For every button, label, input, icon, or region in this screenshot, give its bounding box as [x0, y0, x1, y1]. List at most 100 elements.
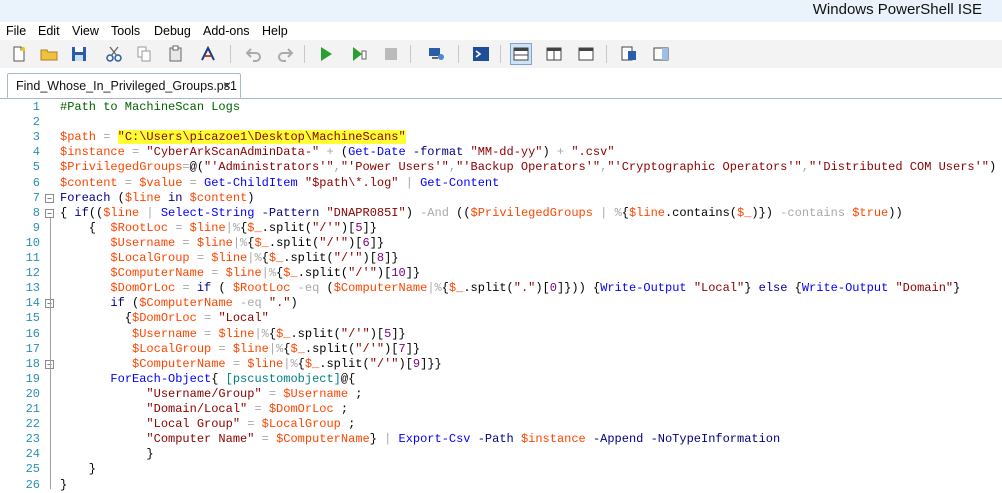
- code-token: Write-Output: [801, 281, 889, 296]
- show-script-pane-icon[interactable]: [618, 43, 640, 65]
- code-line[interactable]: 4 $instance = "CyberArkScanAdminData-" + …: [0, 145, 1002, 160]
- code-token: =: [225, 356, 248, 371]
- script-editor[interactable]: 1 #Path to MachineScan Logs 2 3 $path = "C:\…: [0, 99, 1002, 492]
- code-line[interactable]: 10 $Username = $line|%{$_.split("/'")[6]…: [0, 236, 1002, 251]
- code-line[interactable]: 19 ForEach-Object{ [pscustomobject]@{: [0, 372, 1002, 387]
- redo-icon[interactable]: [274, 43, 296, 65]
- menu-view[interactable]: View: [72, 24, 99, 38]
- code-token: $LocalGroup: [132, 341, 212, 356]
- menu-debug[interactable]: Debug: [154, 24, 191, 38]
- menu-add-ons[interactable]: Add-ons: [203, 24, 250, 38]
- code-line[interactable]: 20 "Username/Group" = $Username ;: [0, 387, 1002, 402]
- undo-icon[interactable]: [243, 43, 265, 65]
- code-token: "/'": [355, 341, 385, 356]
- code-line[interactable]: 6 $content = $value = Get-ChildItem "$pat…: [0, 176, 1002, 191]
- code-text: $ComputerName = $line|%{$_.split("/'")[1…: [60, 266, 420, 281]
- save-icon[interactable]: [68, 43, 90, 65]
- menu-help[interactable]: Help: [262, 24, 288, 38]
- line-number: 8: [32, 205, 40, 220]
- show-script-right-icon[interactable]: [543, 43, 565, 65]
- code-text: Foreach ($line in $content): [60, 191, 254, 206]
- code-token: ]}: [362, 220, 377, 235]
- show-script-maximized-icon[interactable]: [575, 43, 597, 65]
- collapse-icon[interactable]: −: [45, 208, 54, 218]
- code-token: ): [405, 205, 413, 220]
- code-token: {: [441, 281, 449, 296]
- code-line[interactable]: 23 "Computer Name" = $ComputerName} | Ex…: [0, 432, 1002, 447]
- code-line[interactable]: 15 {$DomOrLoc = "Local": [0, 311, 1002, 326]
- stop-icon[interactable]: [380, 43, 402, 65]
- show-commands-icon[interactable]: [650, 43, 672, 65]
- code-token: "C:\Users\picazoe1\Desktop\MachineScans": [117, 130, 406, 145]
- code-token: "'Cryptographic Operators'": [607, 160, 802, 175]
- toolbar-separator: [230, 45, 231, 63]
- code-line[interactable]: 18− $ComputerName = $line|%{$_.split("/'…: [0, 357, 1002, 372]
- code-line[interactable]: 5 $PrivilegedGroups=@("'Administrators'",…: [0, 160, 1002, 175]
- code-line[interactable]: 21 "Domain/Local" = $DomOrLoc ;: [0, 402, 1002, 417]
- code-line[interactable]: 3 $path = "C:\Users\picazoe1\Desktop\Mach…: [0, 130, 1002, 145]
- menu-edit[interactable]: Edit: [38, 24, 60, 38]
- collapse-icon[interactable]: −: [45, 193, 54, 203]
- code-token: {: [787, 281, 802, 296]
- code-line[interactable]: 13 $DomOrLoc = if ( $RootLoc -eq ($Compu…: [0, 281, 1002, 296]
- toolbar-separator: [304, 45, 305, 63]
- paste-icon[interactable]: [165, 43, 187, 65]
- code-token: $_: [254, 235, 269, 250]
- code-token: $line: [211, 251, 248, 265]
- code-token: "Local Group": [146, 417, 241, 432]
- menu-file[interactable]: File: [6, 24, 26, 38]
- cut-icon[interactable]: [103, 43, 125, 65]
- code-token: $LocalGroup: [110, 251, 190, 265]
- code-line[interactable]: 2: [0, 115, 1002, 130]
- code-text: "Username/Group" = $Username ;: [60, 387, 362, 402]
- code-token: $line: [232, 341, 269, 356]
- code-line[interactable]: 26}: [0, 478, 1002, 493]
- menu-tools[interactable]: Tools: [111, 24, 140, 38]
- code-line[interactable]: 14− if ($ComputerName -eq "."): [0, 296, 1002, 311]
- code-token: "/'": [312, 220, 341, 235]
- code-token: $line: [189, 220, 226, 235]
- code-line[interactable]: 9 { $RootLoc = $line|%{$_.split("/'")[5]…: [0, 221, 1002, 236]
- new-script-icon[interactable]: [8, 43, 30, 65]
- code-line[interactable]: 25 }: [0, 462, 1002, 477]
- code-line[interactable]: 22 "Local Group" = $LocalGroup ;: [0, 417, 1002, 432]
- line-number: 22: [25, 417, 40, 432]
- code-text: $content = $value = Get-ChildItem "$path…: [60, 176, 499, 191]
- code-text: { $RootLoc = $line|%{$_.split("/'")[5]}: [60, 221, 377, 236]
- toolbar-separator: [606, 45, 607, 63]
- code-token: $DomOrLoc: [110, 281, 176, 296]
- start-powershell-icon[interactable]: [470, 43, 492, 65]
- code-token: "Local": [693, 281, 745, 296]
- close-icon[interactable]: ×: [223, 77, 231, 93]
- code-line[interactable]: 17 $LocalGroup = $line|%{$_.split("/'")[…: [0, 342, 1002, 357]
- code-line[interactable]: 24 }: [0, 447, 1002, 462]
- line-number: 1: [32, 100, 40, 114]
- code-line[interactable]: 8−{ if(($line | Select-String -Pattern "…: [0, 206, 1002, 221]
- code-token: Write-Output: [600, 281, 687, 296]
- code-line[interactable]: 11 $LocalGroup = $line|%{$_.split("/'")[…: [0, 251, 1002, 266]
- line-number: 25: [25, 462, 40, 477]
- tab-script[interactable]: Find_Whose_In_Privileged_Groups.ps1 ×: [7, 73, 241, 98]
- code-token: -Append: [592, 432, 644, 447]
- code-token: "'Administrators'": [204, 160, 334, 175]
- run-script-icon[interactable]: [315, 43, 337, 65]
- code-token: }: [60, 447, 154, 462]
- show-script-top-icon[interactable]: [510, 43, 532, 65]
- code-line[interactable]: 7− Foreach ($line in $content): [0, 191, 1002, 206]
- code-text: }: [60, 478, 67, 493]
- copy-icon[interactable]: [133, 43, 155, 65]
- line-number: 21: [25, 402, 40, 416]
- code-token: "Domain": [895, 281, 954, 296]
- code-token: }: [953, 281, 961, 296]
- run-selection-icon[interactable]: [348, 43, 370, 65]
- code-line[interactable]: 1 #Path to MachineScan Logs: [0, 100, 1002, 115]
- code-line[interactable]: 12 $ComputerName = $line|%{$_.split("/'"…: [0, 266, 1002, 281]
- new-remote-tab-icon[interactable]: [425, 43, 447, 65]
- code-line[interactable]: 16 $Username = $line|%{$_.split("/'")[5]…: [0, 327, 1002, 342]
- code-token: )): [888, 205, 903, 220]
- open-folder-icon[interactable]: [38, 43, 60, 65]
- code-token: =: [240, 417, 262, 432]
- clear-console-icon[interactable]: [197, 43, 219, 65]
